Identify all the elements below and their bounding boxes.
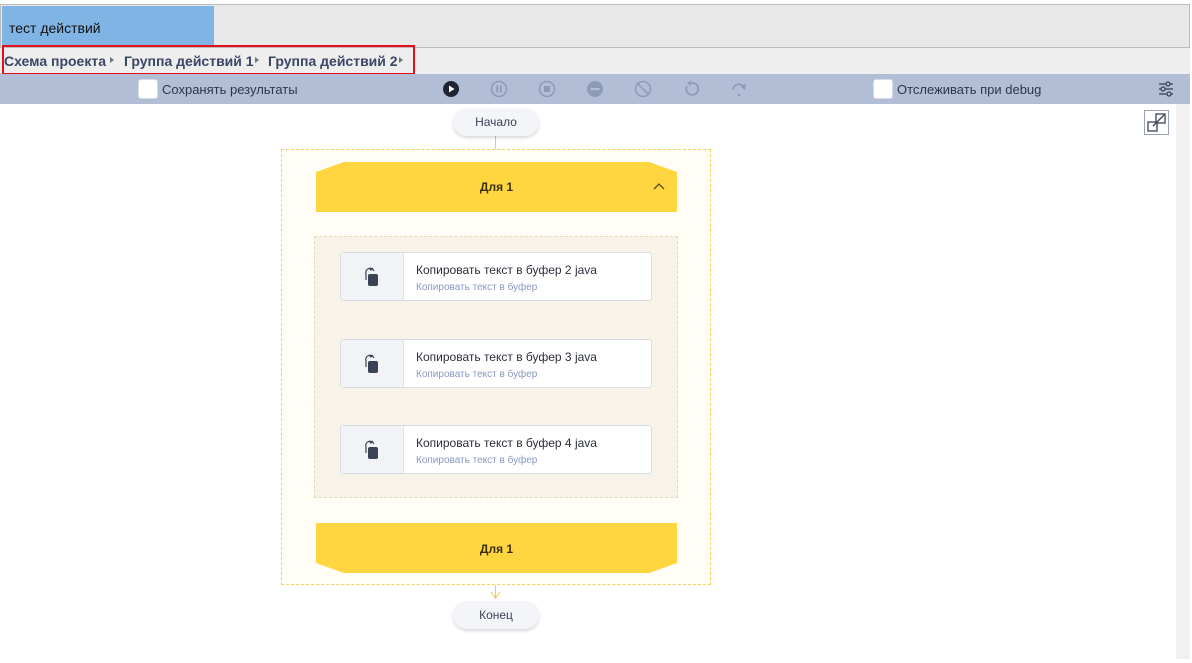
expand-icon — [1147, 113, 1166, 132]
clipboard-copy-icon — [365, 440, 378, 459]
loop-header-label: Для 1 — [479, 180, 514, 194]
action-icon-box — [341, 340, 404, 387]
loop-header[interactable]: Для 1 — [316, 162, 677, 212]
tab-active[interactable]: тест действий — [2, 6, 214, 47]
action-title: Копировать текст в буфер 3 java — [416, 350, 597, 364]
action-title: Копировать текст в буфер 4 java — [416, 436, 597, 450]
save-results-checkbox[interactable] — [138, 79, 158, 99]
track-debug-checkbox[interactable] — [873, 79, 893, 99]
arrow-down-icon — [491, 592, 500, 599]
tab-title: тест действий — [9, 20, 101, 36]
action-card[interactable]: Копировать текст в буфер 4 java Копирова… — [340, 425, 652, 474]
action-card[interactable]: Копировать текст в буфер 2 java Копирова… — [340, 252, 652, 301]
loop-footer[interactable]: Для 1 — [316, 523, 677, 573]
clipboard-copy-icon — [365, 354, 378, 373]
action-icon-box — [341, 426, 404, 473]
loop-footer-label: Для 1 — [479, 542, 514, 556]
clipboard-copy-icon — [365, 267, 378, 286]
action-subtitle: Копировать текст в буфер — [416, 369, 538, 380]
end-node[interactable]: Конец — [453, 601, 539, 629]
undo-icon[interactable] — [682, 80, 700, 98]
start-node[interactable]: Начало — [453, 108, 539, 136]
app-window: тест действий Схема проекта Группа дейст… — [0, 0, 1192, 663]
vertical-scrollbar[interactable] — [1176, 104, 1190, 659]
action-icon-box — [341, 253, 404, 300]
track-debug-label: Отслеживать при debug — [897, 82, 1042, 97]
disable-icon[interactable] — [634, 80, 652, 98]
fit-view-button[interactable] — [1144, 110, 1169, 135]
end-node-label: Конец — [479, 608, 513, 622]
pause-icon[interactable] — [490, 80, 508, 98]
save-results-label: Сохранять результаты — [162, 82, 298, 97]
minus-circle-icon[interactable] — [586, 80, 604, 98]
settings-sliders-icon[interactable] — [1157, 80, 1175, 98]
action-title: Копировать текст в буфер 2 java — [416, 263, 597, 277]
tab-bar: тест действий — [0, 4, 1190, 48]
action-subtitle: Копировать текст в буфер — [416, 455, 538, 466]
action-subtitle: Копировать текст в буфер — [416, 282, 538, 293]
action-card[interactable]: Копировать текст в буфер 3 java Копирова… — [340, 339, 652, 388]
stop-icon[interactable] — [538, 80, 556, 98]
breadcrumb-highlight — [2, 45, 415, 75]
chevron-up-icon[interactable] — [653, 182, 665, 190]
redo-icon[interactable] — [730, 80, 748, 98]
start-node-label: Начало — [475, 115, 517, 129]
play-icon[interactable] — [442, 80, 460, 98]
